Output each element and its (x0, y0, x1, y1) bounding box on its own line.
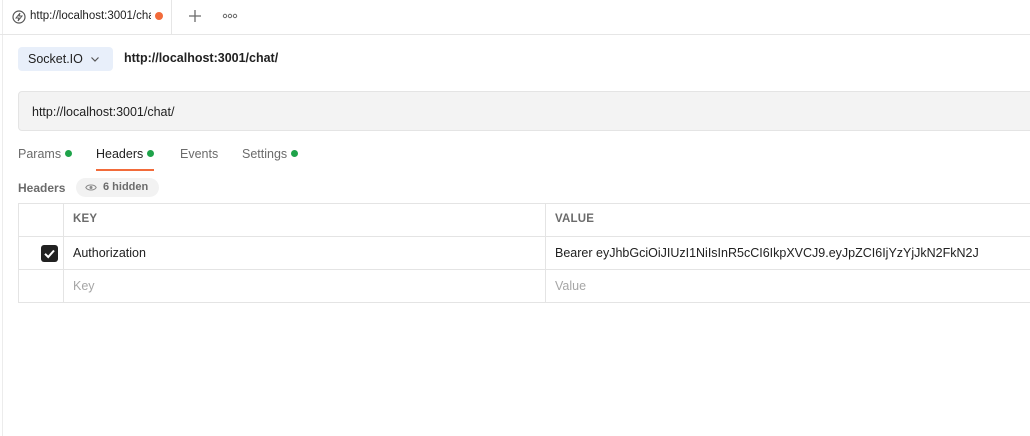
headers-section-label: Headers (18, 181, 66, 195)
enabled-checkbox[interactable] (41, 245, 58, 262)
checkmark-icon (44, 249, 55, 259)
more-icon (222, 13, 238, 19)
url-input[interactable]: http://localhost:3001/chat/ (32, 105, 174, 119)
new-key-cell[interactable]: Key (64, 270, 546, 303)
tab-headers[interactable]: Headers (96, 147, 155, 171)
chevron-down-icon (91, 57, 99, 62)
tab-headers-label: Headers (96, 147, 144, 161)
header-check-cell (19, 204, 64, 236)
request-name[interactable]: http://localhost:3001/chat/ (124, 51, 278, 65)
table-header-row: KEY VALUE (19, 204, 1030, 237)
empty-check-cell (19, 270, 64, 303)
socket-io-icon (12, 10, 26, 24)
column-header-value: VALUE (546, 204, 1030, 236)
new-value-input[interactable]: Value (555, 279, 586, 293)
headers-table: KEY VALUE Authorization Bearer eyJhbGciO… (18, 203, 1030, 303)
tab-params[interactable]: Params (18, 147, 73, 171)
new-tab-button[interactable] (183, 5, 207, 27)
tab-params-label: Params (18, 147, 62, 161)
tab-settings[interactable]: Settings (242, 147, 299, 171)
unsaved-indicator (155, 12, 163, 20)
row-check-cell (19, 237, 64, 269)
row-key-cell[interactable]: Authorization (64, 237, 546, 269)
hidden-headers-toggle[interactable]: 6 hidden (76, 178, 159, 197)
settings-indicator-dot (291, 150, 299, 157)
header-value-input[interactable]: Bearer eyJhbGciOiJIUzI1NiIsInR5cCI6IkpXV… (555, 246, 1023, 260)
headers-indicator-dot (147, 150, 155, 157)
protocol-label: Socket.IO (28, 52, 83, 66)
new-value-cell[interactable]: Value (546, 270, 1030, 303)
column-key-label: KEY (73, 213, 98, 225)
row-value-cell[interactable]: Bearer eyJhbGciOiJIUzI1NiIsInR5cCI6IkpXV… (546, 237, 1030, 269)
plus-icon (189, 10, 201, 22)
params-indicator-dot (65, 150, 73, 157)
eye-icon (85, 184, 97, 191)
protocol-select[interactable]: Socket.IO (18, 47, 113, 71)
table-row: Authorization Bearer eyJhbGciOiJIUzI1NiI… (19, 237, 1030, 270)
tab-strip: http://localhost:3001/chat/ (0, 0, 1030, 35)
window-edge (2, 0, 3, 436)
url-bar[interactable]: http://localhost:3001/chat/ (18, 91, 1030, 131)
tab-settings-label: Settings (242, 147, 288, 161)
tab-events[interactable]: Events (180, 147, 218, 171)
tab-title: http://localhost:3001/chat/ (30, 10, 151, 22)
column-value-label: VALUE (555, 213, 595, 225)
request-tab[interactable]: http://localhost:3001/chat/ (3, 0, 172, 34)
more-tabs-button[interactable] (219, 5, 241, 27)
table-row-empty: Key Value (19, 270, 1030, 303)
hidden-count: 6 hidden (103, 181, 149, 193)
new-key-input[interactable]: Key (73, 279, 95, 293)
header-key-input[interactable]: Authorization (73, 246, 146, 260)
tab-events-label: Events (180, 147, 219, 161)
column-header-key: KEY (64, 204, 546, 236)
